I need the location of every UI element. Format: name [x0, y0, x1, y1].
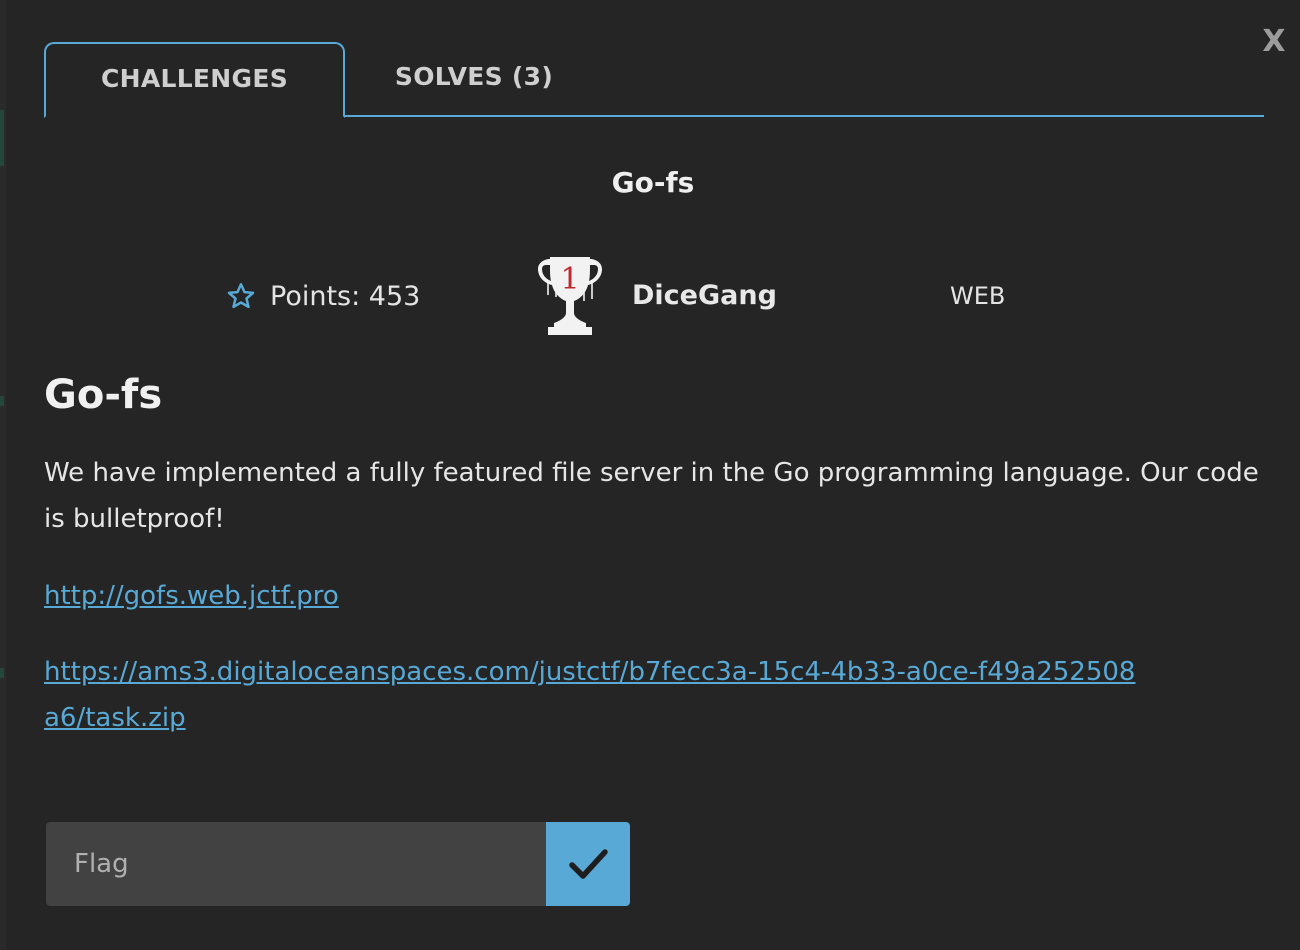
points-label: Points: 453	[270, 280, 421, 312]
category-label: WEB	[950, 282, 1006, 310]
challenge-name: Go-fs	[611, 166, 695, 199]
flag-input[interactable]	[46, 822, 546, 906]
check-icon	[569, 849, 608, 879]
description-heading: Go-fs	[44, 372, 163, 418]
background-mark	[0, 110, 4, 166]
task-download-link[interactable]: https://ams3.digitaloceanspaces.com/just…	[44, 649, 1144, 741]
description-text: We have implemented a fully featured fil…	[44, 458, 1259, 534]
submit-flag-button[interactable]	[546, 822, 630, 906]
star-icon	[227, 283, 255, 309]
background-mark	[0, 396, 4, 406]
trophy-rank: 1	[560, 262, 579, 297]
close-button[interactable]: X	[1260, 24, 1288, 60]
points-display: Points: 453	[226, 276, 420, 316]
background-mark	[0, 668, 4, 678]
challenge-url-link[interactable]: http://gofs.web.jctf.pro	[44, 573, 339, 619]
tab-solves[interactable]: SOLVES (3)	[354, 42, 594, 116]
trophy-icon: 1	[538, 257, 602, 335]
first-blood-team: DiceGang	[632, 280, 777, 311]
tab-challenges[interactable]: CHALLENGES	[44, 42, 345, 118]
modal-tabs: CHALLENGES SOLVES (3)	[44, 42, 1264, 118]
